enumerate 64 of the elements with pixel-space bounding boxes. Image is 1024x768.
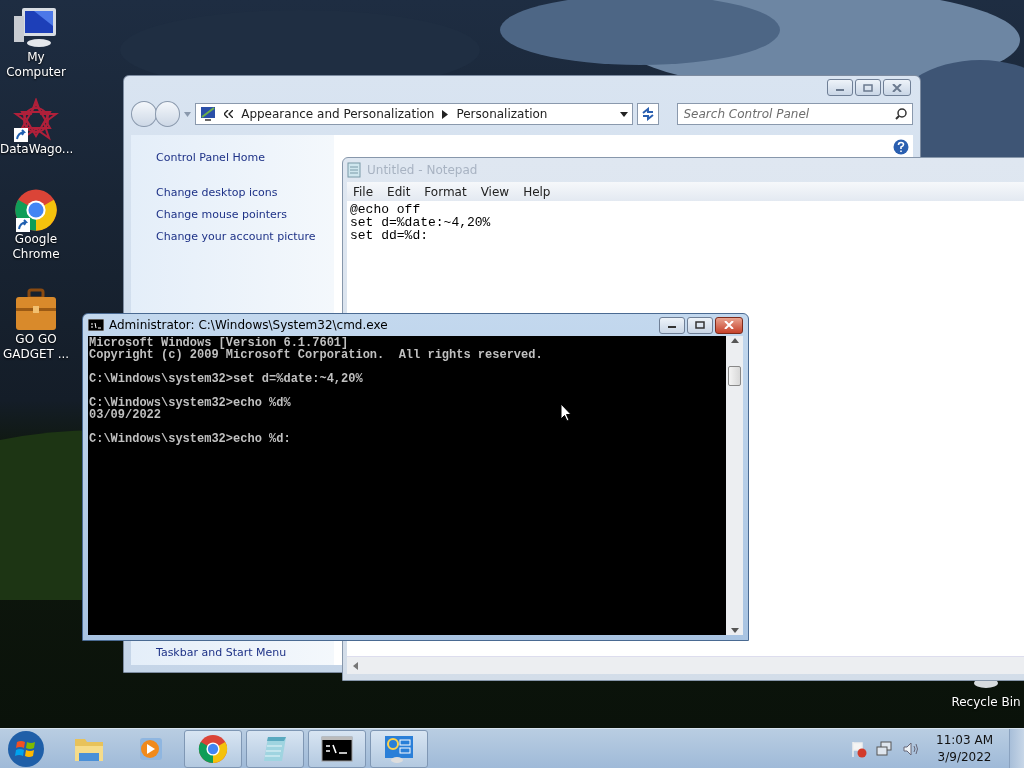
menu-item[interactable]: View: [474, 184, 516, 199]
desktop-icon-label[interactable]: Recycle Bin: [950, 695, 1022, 710]
address-bar[interactable]: Appearance and Personalization Personalization: [195, 103, 633, 125]
chevron-icon: [442, 109, 449, 119]
window-title: Administrator: C:\Windows\System32\cmd.exe: [109, 318, 388, 332]
caret-icon: [184, 111, 192, 117]
monitor-icon: [200, 106, 217, 122]
maximize-icon: [695, 321, 705, 329]
desktop-icon-label[interactable]: Google Chrome: [0, 232, 72, 262]
desktop-icon-label[interactable]: DataWago...: [0, 142, 72, 157]
caret-icon[interactable]: [619, 111, 628, 117]
notepad-icon: [347, 162, 361, 178]
cursor-icon: [560, 403, 572, 422]
refresh-icon: [640, 107, 655, 121]
menu-item[interactable]: Edit: [381, 184, 417, 199]
forward-button[interactable]: [154, 101, 181, 127]
left-arrow-icon[interactable]: [353, 661, 358, 670]
command-prompt-icon[interactable]: [321, 735, 353, 762]
up-arrow-icon[interactable]: [730, 338, 739, 343]
sidebar-link[interactable]: Change your account picture: [156, 230, 334, 243]
refresh-button[interactable]: [636, 103, 659, 125]
close-icon: [724, 321, 734, 329]
chrome-icon: [14, 188, 58, 232]
menu-item[interactable]: Format: [418, 184, 473, 199]
chevron-icon: [224, 110, 234, 118]
minimize-button[interactable]: [659, 316, 685, 334]
command-prompt-icon: [88, 319, 104, 331]
desktop-icon-label[interactable]: GO GO GADGET ...: [0, 332, 72, 362]
clock[interactable]: 11:03 AM 3/9/2022: [928, 731, 1001, 766]
star-icon: [12, 98, 60, 142]
chrome-icon: [198, 733, 228, 764]
desktop-icon-label[interactable]: My Computer: [0, 50, 72, 80]
vertical-scrollbar[interactable]: [726, 336, 743, 635]
control-panel-icon[interactable]: [383, 733, 415, 764]
clock-date: 3/9/2022: [937, 748, 992, 766]
maximize-button[interactable]: [687, 316, 713, 334]
maximize-button[interactable]: [855, 79, 881, 96]
maximize-icon: [863, 83, 873, 92]
sidebar-link[interactable]: Control Panel Home: [156, 151, 334, 164]
close-button[interactable]: [715, 316, 743, 334]
breadcrumb-item[interactable]: Personalization: [456, 107, 548, 121]
taskbar-button[interactable]: [308, 729, 366, 768]
start-orb-icon: [7, 729, 45, 768]
menu-item[interactable]: Help: [517, 184, 557, 199]
close-icon: [892, 83, 902, 92]
menu-item[interactable]: File: [347, 184, 380, 199]
help-icon[interactable]: [893, 139, 909, 155]
sidebar-link[interactable]: Taskbar and Start Menu: [156, 646, 334, 659]
network-icon[interactable]: [876, 739, 895, 758]
sidebar-link[interactable]: Change mouse pointers: [156, 208, 334, 221]
down-arrow-icon[interactable]: [730, 628, 739, 633]
sidebar-link[interactable]: Change desktop icons: [156, 186, 334, 199]
shortcut-arrow-icon: [14, 128, 28, 142]
search-field[interactable]: Search Control Panel: [676, 103, 913, 125]
close-button[interactable]: [883, 79, 911, 96]
console-output: Microsoft Windows [Version 6.1.7601] Copyright (c) 2009 Microsoft Corporation. All rights reserved. C:\Windows\system32>set d=%date:~4,20% C:\Windows\system32>echo %d% 03/09/2022 C:\Windows\system32>echo %d:: [88, 336, 544, 446]
scroll-thumb[interactable]: [728, 365, 741, 386]
search-icon: [894, 108, 907, 120]
flag-icon[interactable]: [850, 739, 869, 758]
back-button[interactable]: [131, 101, 157, 127]
clock-time: 11:03 AM: [936, 731, 993, 749]
breadcrumb-item[interactable]: Appearance and Personalization: [241, 107, 435, 121]
horizontal-scrollbar[interactable]: [347, 656, 1024, 674]
shortcut-arrow-icon: [16, 218, 30, 232]
